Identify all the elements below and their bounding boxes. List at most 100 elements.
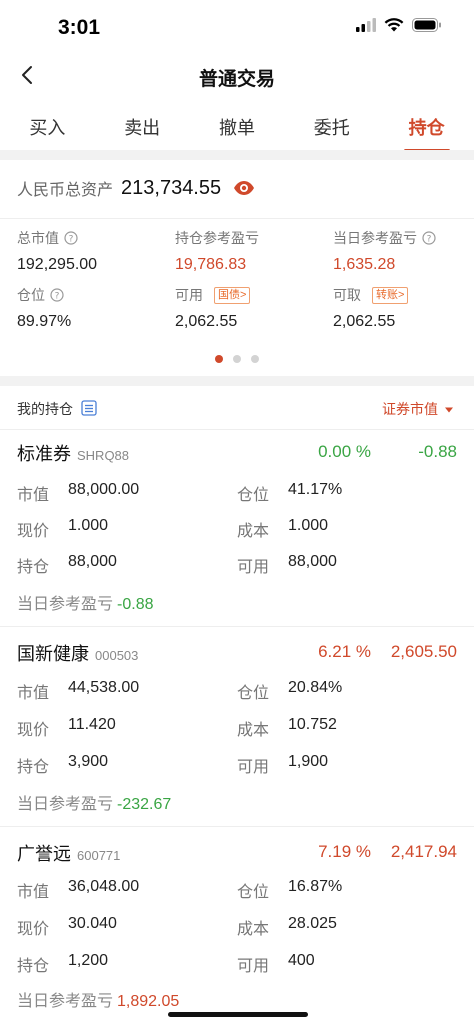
position-label: 仓位 xyxy=(237,487,270,504)
shares-label: 持仓 xyxy=(17,559,50,576)
holding-row: 现价 30.040 成本 28.025 xyxy=(17,915,457,939)
stat-available: 可用 国债> 2,062.55 xyxy=(175,285,251,331)
market-value: 44,538.00 xyxy=(68,679,140,696)
help-icon[interactable]: ? xyxy=(50,288,64,302)
daily-pnl-value: 1,892.05 xyxy=(117,993,180,1010)
holding-pnl-pct: 0.00 % xyxy=(318,442,371,461)
sort-dropdown[interactable]: 证券市值 xyxy=(382,399,454,419)
holdings-title: 我的持仓 xyxy=(17,399,97,419)
cost-label: 成本 xyxy=(237,523,270,540)
list-icon[interactable] xyxy=(81,399,97,419)
shares-value: 1,200 xyxy=(68,952,109,969)
stat-position-ratio: 仓位 ? 89.97% xyxy=(17,285,71,331)
total-assets-row: 人民币总资产 213,734.55 xyxy=(17,176,255,200)
stat-market-value: 总市值 ? 192,295.00 xyxy=(17,228,97,274)
stat-label: 仓位 xyxy=(17,287,45,303)
price-label: 现价 xyxy=(17,921,50,938)
holding-daily-pnl: 当日参考盈亏 -232.67 xyxy=(17,790,171,814)
stat-withdrawable: 可取 转账> 2,062.55 xyxy=(333,285,409,331)
price-value: 1.000 xyxy=(68,517,109,534)
price-value: 30.040 xyxy=(68,915,117,932)
holdings-title-text: 我的持仓 xyxy=(17,401,73,417)
status-bar: 3:01 xyxy=(0,0,474,54)
holding-row: 持仓 88,000 可用 88,000 xyxy=(17,553,457,577)
stat-value: 1,635.28 xyxy=(333,256,396,273)
page-title: 普通交易 xyxy=(198,69,275,90)
stat-label: 总市值 xyxy=(17,230,59,246)
cellular-signal-icon xyxy=(356,18,376,37)
page-dot-1[interactable] xyxy=(215,355,223,363)
holding-item[interactable]: 标准券 SHRQ88 0.00 % -0.88 市值 88,000.00 仓位 4… xyxy=(0,440,474,616)
cost-value: 10.752 xyxy=(288,716,337,733)
tab-buy[interactable]: 买入 xyxy=(0,104,95,150)
section-divider xyxy=(0,150,474,160)
eye-icon[interactable] xyxy=(233,180,255,196)
holding-daily-pnl: 当日参考盈亏 1,892.05 xyxy=(17,987,179,1011)
svg-text:?: ? xyxy=(427,235,432,245)
holding-item[interactable]: 国新健康 000503 6.21 % 2,605.50 市值 44,538.00 … xyxy=(0,640,474,816)
daily-pnl-value: -232.67 xyxy=(117,796,172,813)
holding-daily-pnl: 当日参考盈亏 -0.88 xyxy=(17,590,153,614)
nav-bar: 普通交易 xyxy=(0,54,474,100)
position-value: 20.84% xyxy=(288,679,343,696)
cost-value: 1.000 xyxy=(288,517,329,534)
home-indicator xyxy=(168,1012,308,1017)
daily-pnl-label: 当日参考盈亏 xyxy=(17,993,114,1010)
help-icon[interactable]: ? xyxy=(64,231,78,245)
holding-code: 600771 xyxy=(77,848,121,863)
cost-value: 28.025 xyxy=(288,915,337,932)
page-dot-2[interactable] xyxy=(233,355,241,363)
holding-row: 现价 1.000 成本 1.000 xyxy=(17,517,457,541)
cost-label: 成本 xyxy=(237,921,270,938)
stat-position-pnl: 持仓参考盈亏 19,786.83 xyxy=(175,228,259,274)
stat-label: 持仓参考盈亏 xyxy=(175,230,259,246)
daily-pnl-value: -0.88 xyxy=(117,596,154,613)
daily-pnl-label: 当日参考盈亏 xyxy=(17,596,114,613)
market-value-label: 市值 xyxy=(17,884,50,901)
tab-sell[interactable]: 卖出 xyxy=(95,104,190,150)
price-label: 现价 xyxy=(17,523,50,540)
available-label: 可用 xyxy=(237,559,270,576)
stat-value: 2,062.55 xyxy=(175,313,238,330)
help-icon[interactable]: ? xyxy=(422,231,436,245)
position-value: 41.17% xyxy=(288,481,343,498)
stat-value: 2,062.55 xyxy=(333,313,396,330)
holding-row: 持仓 1,200 可用 400 xyxy=(17,952,457,976)
status-time: 3:01 xyxy=(58,16,101,39)
holding-row: 市值 88,000.00 仓位 41.17% xyxy=(17,481,457,505)
market-value-label: 市值 xyxy=(17,487,50,504)
holding-item[interactable]: 广誉远 600771 7.19 % 2,417.94 市值 36,048.00 仓… xyxy=(0,840,474,1012)
tab-orders[interactable]: 委托 xyxy=(284,104,379,150)
transfer-link[interactable]: 转账> xyxy=(372,286,409,304)
market-value: 36,048.00 xyxy=(68,878,140,895)
tab-holdings[interactable]: 持仓 xyxy=(379,104,474,152)
available-value: 400 xyxy=(288,952,315,969)
total-assets-value: 213,734.55 xyxy=(121,176,222,199)
stat-value: 192,295.00 xyxy=(17,256,98,273)
stat-value: 89.97% xyxy=(17,313,72,330)
price-label: 现价 xyxy=(17,722,50,739)
sort-label: 证券市值 xyxy=(382,401,438,417)
svg-text:?: ? xyxy=(69,235,74,245)
page-dot-3[interactable] xyxy=(251,355,259,363)
holdings-header: 我的持仓 证券市值 xyxy=(0,386,474,430)
position-label: 仓位 xyxy=(237,685,270,702)
caret-down-icon xyxy=(444,401,454,417)
page-indicator xyxy=(0,355,474,363)
treasury-bond-link[interactable]: 国债> xyxy=(214,286,251,304)
divider xyxy=(0,826,474,827)
available-value: 88,000 xyxy=(288,553,337,570)
holding-header: 广誉远 600771 7.19 % 2,417.94 xyxy=(17,840,457,872)
position-label: 仓位 xyxy=(237,884,270,901)
holding-name: 标准券 xyxy=(17,444,71,464)
daily-pnl-label: 当日参考盈亏 xyxy=(17,796,114,813)
holding-pnl-pct: 7.19 % xyxy=(318,842,371,861)
holding-header: 国新健康 000503 6.21 % 2,605.50 xyxy=(17,640,457,672)
tab-cancel-order[interactable]: 撤单 xyxy=(190,104,285,150)
holding-code: 000503 xyxy=(95,648,139,663)
cost-label: 成本 xyxy=(237,722,270,739)
shares-value: 3,900 xyxy=(68,753,109,770)
position-value: 16.87% xyxy=(288,878,343,895)
holding-code: SHRQ88 xyxy=(77,448,130,463)
holding-row: 市值 36,048.00 仓位 16.87% xyxy=(17,878,457,902)
